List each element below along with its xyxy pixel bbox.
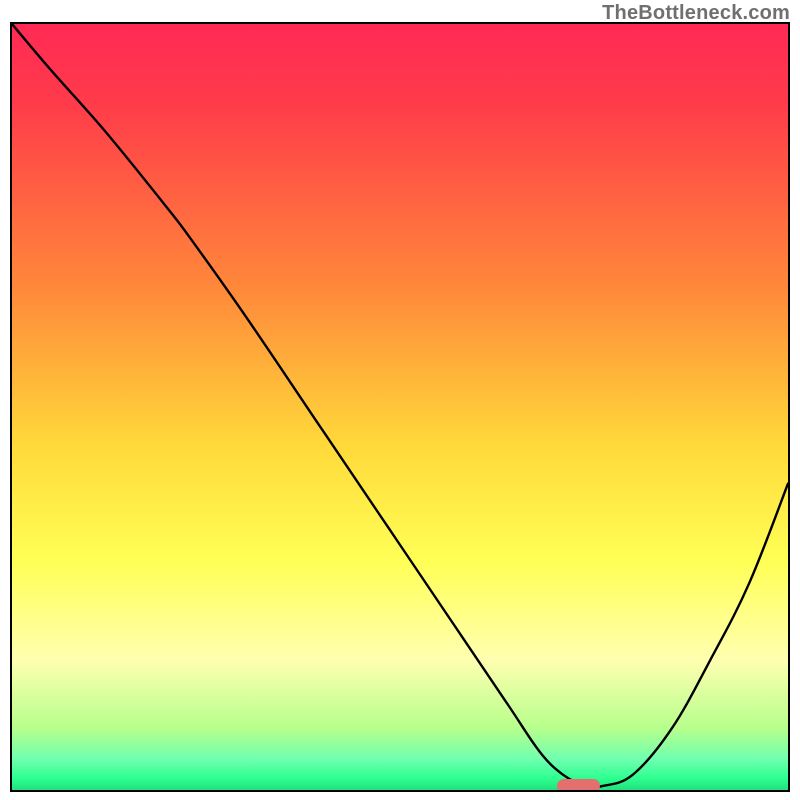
optimum-marker bbox=[557, 779, 600, 792]
curve-svg bbox=[12, 24, 788, 790]
bottleneck-curve bbox=[12, 24, 788, 788]
chart-frame bbox=[10, 22, 790, 792]
